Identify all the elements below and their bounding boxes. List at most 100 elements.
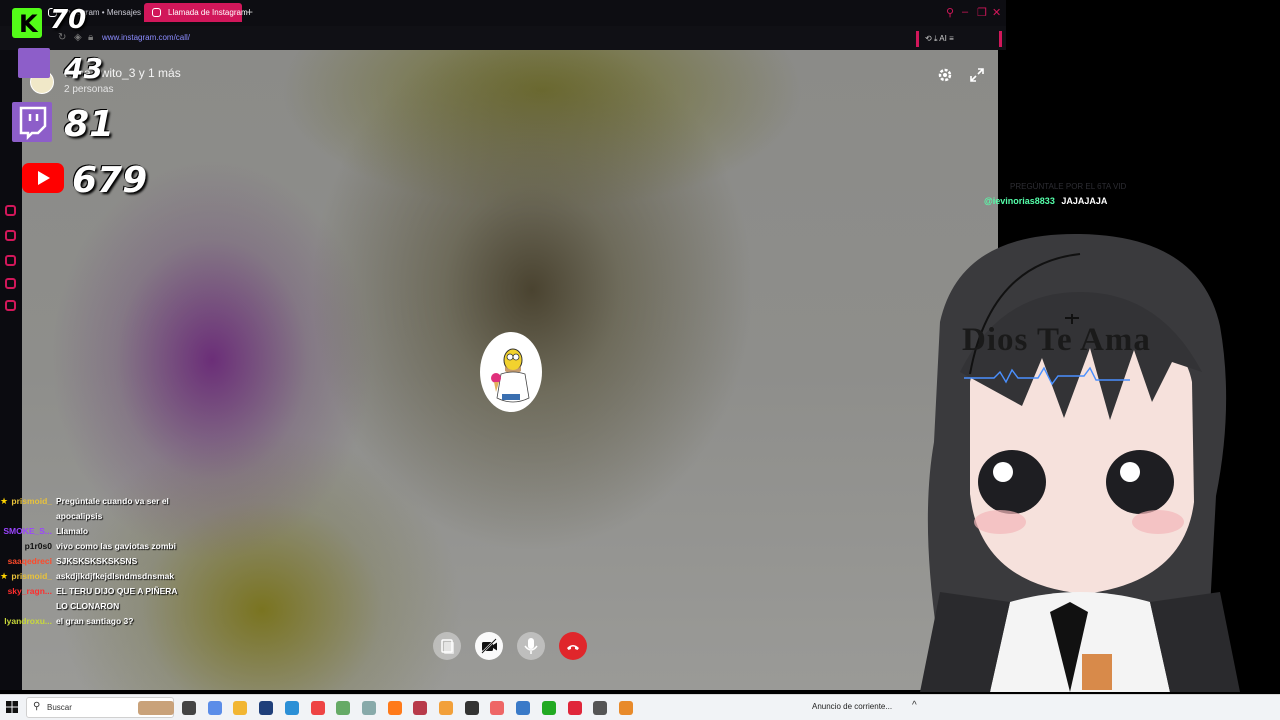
chat-username: SMOKE_S...	[3, 526, 52, 536]
maximize-icon[interactable]: ❐	[977, 6, 987, 19]
expand-icon[interactable]	[970, 68, 984, 82]
app-icon[interactable]	[593, 701, 608, 715]
edge-icon-alt[interactable]	[310, 701, 325, 715]
new-tab-button[interactable]: +	[246, 5, 253, 19]
video-toggle-button[interactable]	[475, 632, 503, 660]
twitch-icon	[12, 102, 52, 142]
url-toolbar-right: ⟲ ⤓ AI ≡	[916, 31, 1002, 47]
chat-message: saaqedreci SJKSKSKSKSKSNS	[0, 554, 200, 569]
kick-viewer-count: 70	[50, 5, 87, 35]
sidebar-item-x[interactable]	[5, 230, 16, 241]
chat-message: ★ prismoid_ askdjlkdjfkejdlsndmsdnsmak	[0, 569, 200, 584]
chat-message-right: @ievinorias8833 JAJAJAJA	[984, 196, 1107, 206]
video-off-icon	[481, 638, 497, 654]
app-icon[interactable]	[490, 701, 505, 715]
minimize-icon[interactable]: –	[962, 6, 968, 18]
notification-text[interactable]: Anuncio de corriente...	[812, 702, 892, 711]
file-explorer-icon[interactable]	[233, 701, 248, 715]
faded-chat-message: PREGÚNTALE POR EL 6TA VID	[1010, 182, 1127, 191]
sidebar-item-settings[interactable]	[5, 300, 16, 311]
search-placeholder: Buscar	[47, 703, 72, 712]
star-badge-icon: ★	[0, 496, 9, 506]
copilot-icon[interactable]	[207, 701, 222, 715]
chat-text: JAJAJAJA	[1061, 196, 1108, 206]
app-icon[interactable]	[336, 701, 351, 715]
chat-message: LO CLONARON	[0, 599, 200, 614]
twitch-viewer-count-small: 43	[64, 52, 103, 85]
chrome-icon[interactable]	[439, 701, 453, 715]
banner-text: Dios Te Ama	[962, 322, 1151, 358]
tab-label: Llamada de Instagram	[168, 8, 248, 17]
settings-icon[interactable]	[361, 701, 376, 715]
call-participants: 2 personas	[64, 84, 114, 95]
windows-start-icon[interactable]	[6, 701, 18, 713]
end-call-button[interactable]	[559, 632, 587, 660]
chat-text: el gran santiago 3?	[56, 616, 134, 626]
sidebar-item-messenger[interactable]	[5, 205, 16, 216]
tray-chevron-icon[interactable]: ^	[912, 700, 917, 711]
chat-username: prismoid_	[11, 571, 52, 581]
hang-up-icon	[567, 645, 579, 650]
chat-username: saaqedreci	[7, 556, 52, 566]
chat-text: SJKSKSKSKSKSNS	[56, 556, 138, 566]
instagram-icon	[152, 8, 161, 17]
widgets-icon[interactable]	[138, 701, 174, 715]
youtube-icon	[22, 163, 64, 193]
kick-icon: K	[12, 8, 42, 38]
chat-message: SMOKE_S... Llamalo	[0, 524, 200, 539]
homer-avatar-image	[491, 348, 530, 403]
chat-text: apocalipsis	[56, 511, 103, 521]
chat-text: Pregúntale cuando va ser el	[56, 496, 169, 506]
chat-text: LO CLONARON	[56, 601, 120, 611]
menu-icon[interactable]: ≡	[949, 34, 954, 43]
task-view-icon[interactable]	[182, 701, 196, 715]
chat-username: @ievinorias8833	[984, 196, 1055, 206]
gear-icon[interactable]	[937, 67, 953, 83]
participant-avatar	[480, 332, 542, 412]
browser-tab-bar: Instagram • Mensajes Llamada de Instagra…	[0, 0, 1006, 26]
twitch-icon	[18, 48, 50, 78]
stream-chat: ★ prismoid_ Pregúntale cuando va ser el apo…	[0, 494, 200, 629]
chat-username: sky_ragn...	[7, 586, 52, 596]
chat-text: vivo como las gaviotas zombi	[56, 541, 176, 551]
youtube-viewer-count: 679	[72, 160, 148, 201]
app-icon[interactable]	[541, 701, 556, 715]
visual-studio-icon[interactable]	[259, 701, 274, 715]
microphone-button[interactable]	[517, 632, 545, 660]
firefox-icon[interactable]	[387, 701, 402, 715]
sidebar-item-history[interactable]	[5, 278, 16, 289]
search-icon: ⚲	[33, 701, 41, 712]
twitch-viewer-count: 81	[64, 104, 115, 145]
share-screen-button[interactable]	[433, 632, 461, 660]
app-icon[interactable]	[618, 701, 633, 715]
lock-icon[interactable]: 🔒︎	[88, 32, 93, 43]
chat-message: p1r0s0 vivo como las gaviotas zombi	[0, 539, 200, 554]
snapshot-icon[interactable]: ⟲	[925, 34, 932, 43]
opera-icon[interactable]	[567, 701, 582, 715]
sidebar-item-instagram[interactable]	[5, 255, 16, 266]
edge-icon[interactable]	[284, 701, 299, 715]
app-icon[interactable]	[464, 701, 479, 715]
chat-text: EL TERU DIJO QUE A PIÑERA	[56, 586, 178, 596]
screen: Instagram • Mensajes Llamada de Instagra…	[0, 0, 1280, 720]
url-text[interactable]: www.instagram.com/call/	[102, 33, 190, 42]
chat-message: ★ prismoid_ Pregúntale cuando va ser el	[0, 494, 200, 509]
chat-message: lyandroxu... el gran santiago 3?	[0, 614, 200, 629]
vtuber-avatar	[920, 233, 1240, 692]
search-icon[interactable]: ⚲	[946, 6, 954, 19]
chat-text: askdjlkdjfkejdlsndmsdnsmak	[56, 571, 175, 581]
chat-message: sky_ragn... EL TERU DIJO QUE A PIÑERA	[0, 584, 200, 599]
share-screen-icon	[441, 639, 454, 654]
close-icon[interactable]: ✕	[992, 6, 1001, 19]
chat-username: prismoid_	[11, 496, 52, 506]
tab-instagram-call[interactable]: Llamada de Instagram	[144, 3, 248, 22]
notepad-icon[interactable]	[516, 701, 531, 715]
microphone-icon	[524, 638, 538, 654]
chat-username: p1r0s0	[24, 541, 52, 551]
ai-button[interactable]: AI	[939, 34, 947, 43]
vivaldi-icon[interactable]	[413, 701, 428, 715]
chat-message: apocalipsis	[0, 509, 200, 524]
star-badge-icon: ★	[0, 571, 9, 581]
download-icon[interactable]: ⤓	[934, 34, 938, 43]
chat-text: Llamalo	[56, 526, 89, 536]
